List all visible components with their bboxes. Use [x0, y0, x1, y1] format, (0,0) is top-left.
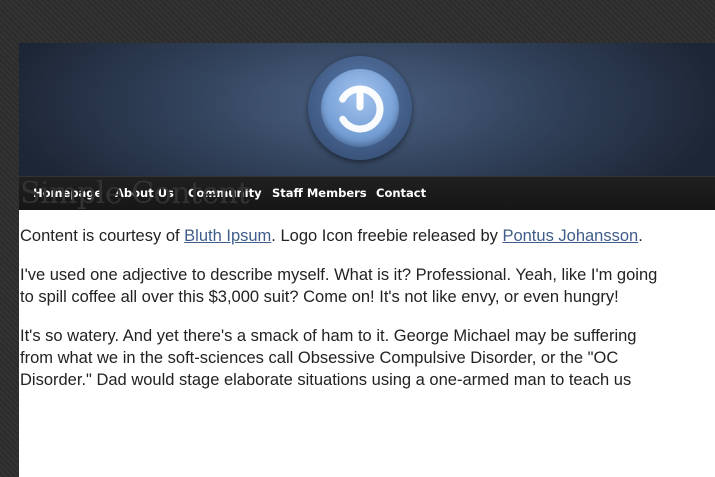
paragraph-2: It's so watery. And yet there's a smack … — [20, 327, 637, 389]
pontus-johansson-link[interactable]: Pontus Johansson — [502, 227, 638, 245]
paragraph-1: I've used one adjective to describe myse… — [20, 266, 658, 306]
credit-middle: . Logo Icon freebie released by — [271, 227, 503, 245]
credit-suffix: . — [638, 227, 643, 245]
site-header — [19, 43, 715, 176]
credit-line: Content is courtesy of Bluth Ipsum. Logo… — [20, 225, 670, 247]
power-logo[interactable] — [308, 56, 412, 160]
bluth-ipsum-link[interactable]: Bluth Ipsum — [184, 227, 271, 245]
page-title: Simple Content — [20, 176, 250, 211]
power-icon — [321, 69, 399, 147]
credit-prefix: Content is courtesy of — [20, 227, 185, 245]
main-content: Simple Content Content is courtesy of Bl… — [20, 174, 670, 391]
